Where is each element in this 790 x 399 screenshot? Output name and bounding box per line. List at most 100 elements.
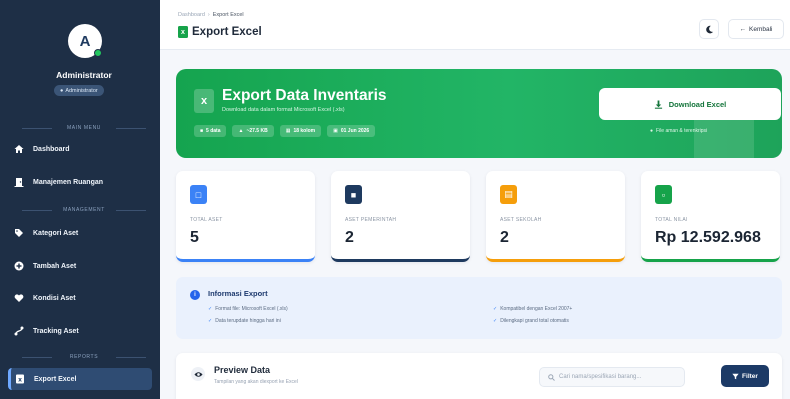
theme-toggle-button[interactable] bbox=[699, 19, 719, 39]
search-icon bbox=[548, 373, 555, 381]
breadcrumb-separator: › bbox=[207, 12, 210, 18]
route-icon bbox=[14, 326, 24, 336]
stat-label: TOTAL NILAI bbox=[655, 217, 688, 223]
info-item-text: Dilengkapi grand total otomatis bbox=[500, 318, 569, 324]
chip-label: 18 kolom bbox=[293, 128, 316, 134]
download-button-label: Download Excel bbox=[668, 99, 727, 109]
sidebar-item-label: Manajemen Ruangan bbox=[33, 178, 104, 186]
filter-icon bbox=[732, 373, 739, 380]
security-note-text: File aman & terenkripsi bbox=[656, 128, 708, 134]
weight-icon: ▲ bbox=[238, 128, 244, 134]
sidebar-item-label: Dashboard bbox=[33, 145, 70, 153]
page-title-text: Export Excel bbox=[192, 26, 262, 38]
sidebar-item-manajemen-ruangan[interactable]: Manajemen Ruangan bbox=[8, 171, 152, 193]
chip-date: ▣ 01 Jun 2026 bbox=[327, 125, 376, 137]
download-icon bbox=[654, 99, 663, 109]
sidebar-item-label: Tracking Aset bbox=[33, 327, 79, 335]
user-icon: ● bbox=[60, 87, 64, 94]
sidebar-item-label: Export Excel bbox=[34, 375, 77, 383]
stat-label: ASET PEMERINTAH bbox=[345, 217, 397, 223]
info-item-text: Kompatibel dengan Excel 2007+ bbox=[500, 306, 573, 312]
sidebar-item-kategori-aset[interactable]: Kategori Aset bbox=[8, 222, 152, 244]
hero-chips: ■ 5 data ▲ ~27.5 KB ▦ 18 kolom ▣ 01 Jun 2026 bbox=[194, 125, 376, 137]
stat-value: Rp 12.592.968 bbox=[655, 229, 761, 246]
info-icon: i bbox=[190, 290, 200, 300]
check-icon: ✓ bbox=[493, 306, 498, 312]
role-badge: ● Administrator bbox=[54, 85, 104, 96]
download-excel-button[interactable]: Download Excel bbox=[599, 88, 781, 120]
breadcrumb-current: Export Excel bbox=[212, 12, 244, 18]
export-hero-banner: x Export Data Inventaris Download data d… bbox=[176, 69, 782, 158]
excel-icon: x bbox=[178, 26, 188, 38]
info-item-text: Data terupdate hingga hari ini bbox=[215, 318, 281, 324]
calendar-icon: ▣ bbox=[333, 128, 338, 134]
moon-icon bbox=[705, 25, 714, 34]
sidebar-item-export-excel[interactable]: x Export Excel bbox=[8, 368, 152, 390]
stat-value: 2 bbox=[500, 229, 509, 246]
section-main-menu: MAIN MENU bbox=[0, 125, 168, 131]
chip-file-size: ▲ ~27.5 KB bbox=[232, 125, 274, 137]
stat-value: 5 bbox=[190, 229, 199, 246]
check-icon: ✓ bbox=[208, 306, 213, 312]
sidebar-item-label: Kondisi Aset bbox=[33, 294, 76, 302]
search-input[interactable]: Cari nama/spesifikasi barang... bbox=[539, 367, 685, 387]
section-reports: REPORTS bbox=[0, 354, 168, 360]
avatar[interactable]: A bbox=[68, 24, 102, 58]
search-placeholder: Cari nama/spesifikasi barang... bbox=[559, 374, 642, 380]
stat-card-aset-pemerintah: ■ ASET PEMERINTAH 2 bbox=[331, 171, 470, 262]
info-item-text: Format file: Microsoft Excel (.xls) bbox=[215, 306, 288, 312]
page-title: x Export Excel bbox=[178, 26, 262, 38]
check-icon: ✓ bbox=[208, 318, 213, 324]
info-item: ✓ Format file: Microsoft Excel (.xls) bbox=[208, 306, 288, 312]
stat-value: 2 bbox=[345, 229, 354, 246]
arrow-left-icon: ← bbox=[739, 25, 747, 33]
box-icon: □ bbox=[190, 185, 207, 204]
database-icon: ■ bbox=[200, 128, 204, 134]
preview-panel: Preview Data Tampilan yang akan diexport… bbox=[176, 353, 782, 399]
chip-columns: ▦ 18 kolom bbox=[279, 125, 322, 137]
sidebar-item-tracking-aset[interactable]: Tracking Aset bbox=[8, 320, 152, 342]
heart-icon bbox=[14, 293, 24, 303]
tag-icon bbox=[14, 228, 24, 238]
sidebar-item-tambah-aset[interactable]: Tambah Aset bbox=[8, 255, 152, 277]
columns-icon: ▦ bbox=[285, 128, 291, 134]
sidebar-item-dashboard[interactable]: Dashboard bbox=[8, 138, 152, 160]
filter-button-label: Filter bbox=[742, 372, 758, 380]
stat-label: TOTAL ASET bbox=[190, 217, 223, 223]
stat-card-aset-sekolah: ▤ ASET SEKOLAH 2 bbox=[486, 171, 625, 262]
stat-label: ASET SEKOLAH bbox=[500, 217, 542, 223]
hero-title: Export Data Inventaris bbox=[222, 87, 387, 104]
shield-icon: ● bbox=[650, 128, 654, 134]
school-icon: ▤ bbox=[500, 185, 517, 204]
chip-record-count: ■ 5 data bbox=[194, 125, 227, 137]
info-title: Informasi Export bbox=[208, 289, 268, 298]
user-name: Administrator bbox=[56, 70, 112, 80]
preview-title: Preview Data bbox=[214, 365, 271, 375]
sidebar: A Administrator ● Administrator MAIN MEN… bbox=[0, 0, 160, 399]
svg-text:x: x bbox=[18, 377, 22, 384]
stat-card-total-aset: □ TOTAL ASET 5 bbox=[176, 171, 315, 262]
info-item: ✓ Kompatibel dengan Excel 2007+ bbox=[493, 306, 572, 312]
main-content: Dashboard › Export Excel x Export Excel … bbox=[160, 0, 790, 399]
door-icon bbox=[14, 177, 24, 187]
info-item: ✓ Dilengkapi grand total otomatis bbox=[493, 318, 569, 324]
security-note: ● File aman & terenkripsi bbox=[650, 128, 707, 134]
info-item: ✓ Data terupdate hingga hari ini bbox=[208, 318, 281, 324]
plus-circle-icon bbox=[14, 261, 24, 271]
breadcrumb: Dashboard › Export Excel bbox=[178, 12, 244, 18]
export-info-box: i Informasi Export ✓ Format file: Microso… bbox=[176, 277, 782, 339]
topbar: Dashboard › Export Excel x Export Excel … bbox=[160, 0, 790, 50]
chip-label: 5 data bbox=[206, 128, 221, 134]
excel-file-icon: x bbox=[194, 89, 214, 113]
breadcrumb-dashboard[interactable]: Dashboard bbox=[178, 12, 205, 18]
sidebar-item-label: Tambah Aset bbox=[33, 262, 77, 270]
stat-card-total-nilai: ▫ TOTAL NILAI Rp 12.592.968 bbox=[641, 171, 780, 262]
sidebar-item-kondisi-aset[interactable]: Kondisi Aset bbox=[8, 287, 152, 309]
home-icon bbox=[14, 144, 24, 154]
check-icon: ✓ bbox=[493, 318, 498, 324]
sidebar-item-label: Kategori Aset bbox=[33, 229, 79, 237]
chip-label: ~27.5 KB bbox=[246, 128, 268, 134]
filter-button[interactable]: Filter bbox=[721, 365, 769, 387]
excel-icon: x bbox=[15, 374, 25, 384]
back-button[interactable]: ← Kembali bbox=[728, 19, 784, 39]
